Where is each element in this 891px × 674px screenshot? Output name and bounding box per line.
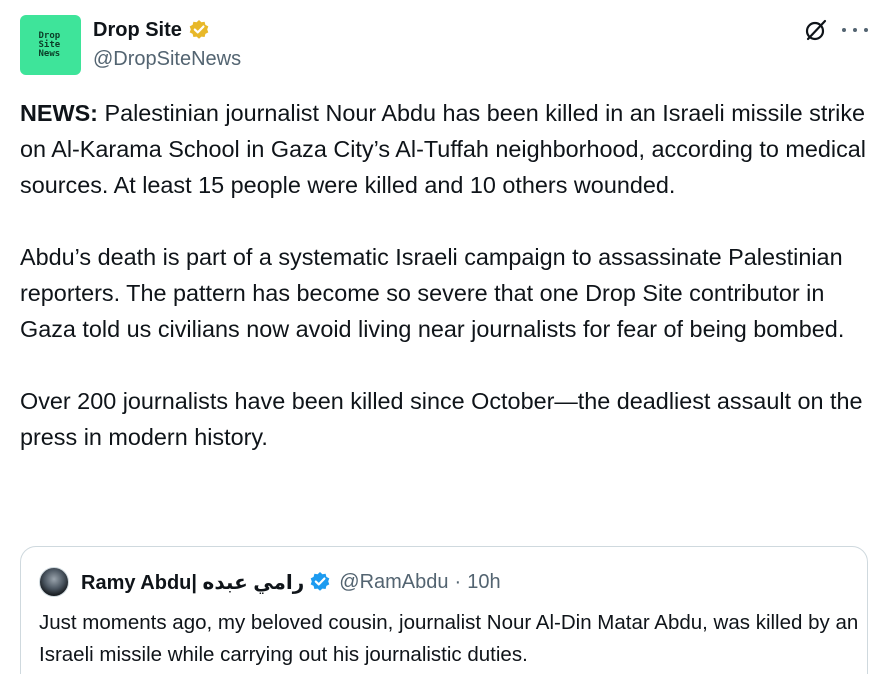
quoted-text: Just moments ago, my beloved cousin, jou… xyxy=(39,611,859,666)
quoted-handle[interactable]: @RamAbdu xyxy=(339,571,448,594)
avatar-logo-text: Drop Site News xyxy=(38,31,63,59)
more-dot xyxy=(853,28,857,32)
quoted-header: Ramy Abdu| رامي عبده @RamAbdu · 10h xyxy=(39,567,501,597)
post-lead: NEWS: xyxy=(20,100,98,126)
author-name-row: Drop Site xyxy=(93,17,210,43)
verified-gold-badge-icon[interactable] xyxy=(188,19,210,41)
tweet: Drop Site News Drop Site @DropSiteNews N… xyxy=(0,0,891,674)
quoted-display-name[interactable]: Ramy Abdu| رامي عبده xyxy=(81,570,304,595)
author-display-name[interactable]: Drop Site xyxy=(93,19,182,42)
author-avatar[interactable]: Drop Site News xyxy=(20,15,81,75)
more-dot xyxy=(864,28,868,32)
avatar-line-3: News xyxy=(38,48,61,59)
post-paragraph-1-text: Palestinian journalist Nour Abdu has bee… xyxy=(20,100,867,198)
quoted-timestamp[interactable]: 10h xyxy=(467,571,500,594)
more-dot xyxy=(842,28,846,32)
author-handle[interactable]: @DropSiteNews xyxy=(93,48,241,71)
grok-icon[interactable] xyxy=(804,18,828,42)
quoted-avatar[interactable] xyxy=(39,567,69,597)
post-paragraph-3: Over 200 journalists have been killed si… xyxy=(20,388,863,450)
post-paragraph-2: Abdu’s death is part of a systematic Isr… xyxy=(20,244,845,342)
post-paragraph-1: NEWS: Palestinian journalist Nour Abdu h… xyxy=(20,95,870,203)
post-body: NEWS: Palestinian journalist Nour Abdu h… xyxy=(20,95,870,455)
verified-blue-badge-icon[interactable] xyxy=(309,571,331,593)
more-icon[interactable] xyxy=(842,18,868,42)
quoted-separator: · xyxy=(454,570,462,593)
quoted-tweet[interactable]: Ramy Abdu| رامي عبده @RamAbdu · 10h Just… xyxy=(20,546,868,674)
